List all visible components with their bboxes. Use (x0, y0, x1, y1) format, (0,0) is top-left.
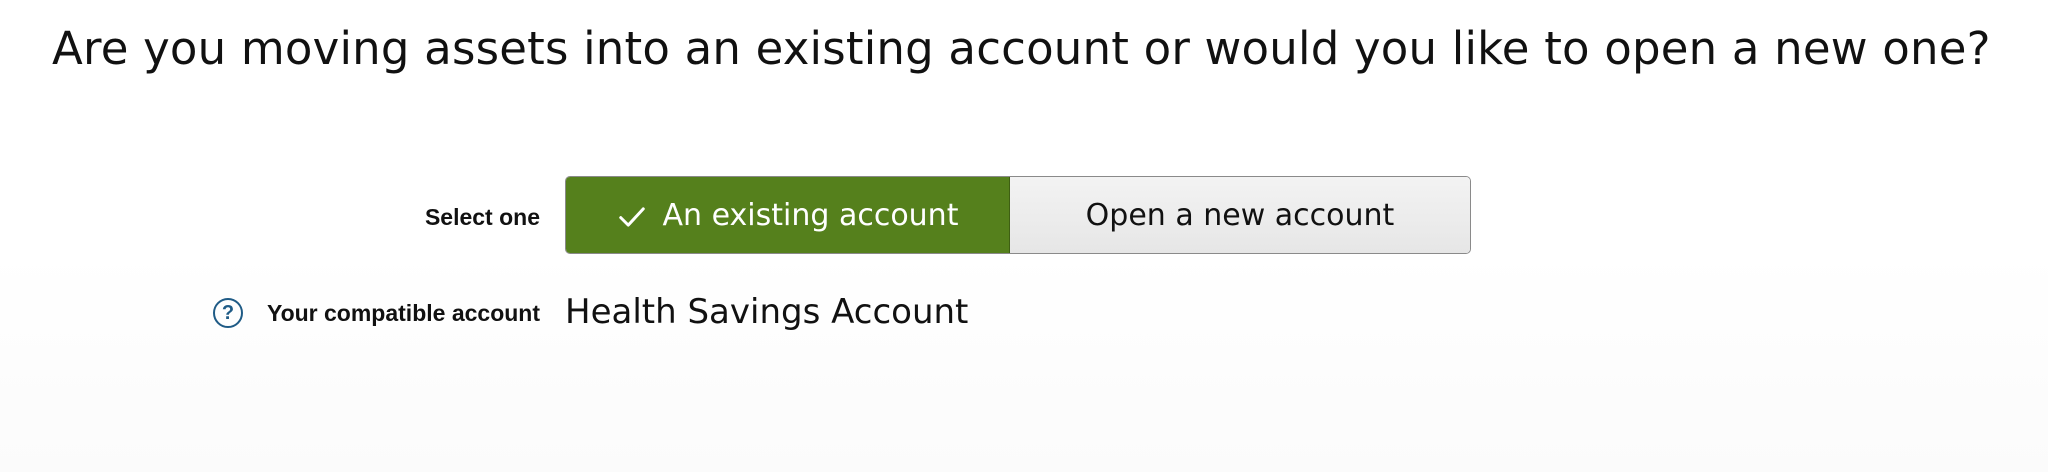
page-question: Are you moving assets into an existing a… (52, 22, 1991, 75)
new-account-label: Open a new account (1085, 197, 1395, 233)
new-account-option[interactable]: Open a new account (1010, 177, 1470, 253)
existing-account-label: An existing account (662, 197, 959, 233)
select-one-label: Select one (424, 204, 540, 230)
account-type-toggle: An existing account Open a new account (565, 176, 1471, 254)
compatible-account-label: Your compatible account (266, 300, 540, 326)
compatible-account-value: Health Savings Account (565, 292, 969, 332)
page: Are you moving assets into an existing a… (0, 0, 2048, 472)
question-circle-icon[interactable]: ? (213, 298, 243, 328)
check-icon (618, 207, 645, 227)
existing-account-option[interactable]: An existing account (566, 177, 1010, 253)
